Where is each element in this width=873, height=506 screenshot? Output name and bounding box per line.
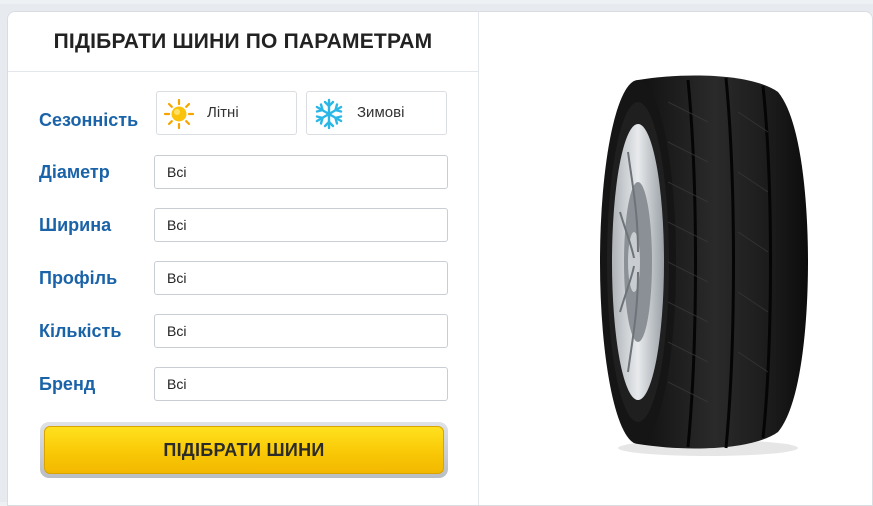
- profile-label: Профіль: [39, 268, 118, 288]
- snowflake-icon: [315, 98, 343, 130]
- tire-finder-form: ПІДІБРАТИ ШИНИ ПО ПАРАМЕТРАМ Сезонність: [8, 12, 479, 505]
- quantity-label: Кількість: [39, 321, 122, 341]
- season-option-winter-label: Зимові: [357, 104, 405, 121]
- submit-button[interactable]: ПІДІБРАТИ ШИНИ: [44, 426, 444, 474]
- tire-illustration: [600, 75, 808, 456]
- season-option-summer[interactable]: Літні: [156, 91, 297, 135]
- field-row-diameter: Діаметр Всі: [8, 155, 479, 189]
- field-row-width: Ширина Всі: [8, 208, 479, 242]
- page-background: ПІДІБРАТИ ШИНИ ПО ПАРАМЕТРАМ Сезонність: [0, 4, 873, 506]
- profile-select[interactable]: Всі: [154, 261, 448, 295]
- season-row: Сезонність Літні Зимові: [8, 91, 479, 135]
- width-select[interactable]: Всі: [154, 208, 448, 242]
- form-title: ПІДІБРАТИ ШИНИ ПО ПАРАМЕТРАМ: [8, 12, 478, 72]
- quantity-select[interactable]: Всі: [154, 314, 448, 348]
- field-row-brand: Бренд Всі: [8, 367, 479, 401]
- brand-label: Бренд: [39, 374, 96, 394]
- sun-icon: [163, 98, 195, 130]
- width-label: Ширина: [39, 215, 112, 235]
- tire-finder-panel: ПІДІБРАТИ ШИНИ ПО ПАРАМЕТРАМ Сезонність: [7, 11, 873, 506]
- diameter-select[interactable]: Всі: [154, 155, 448, 189]
- season-option-winter[interactable]: Зимові: [306, 91, 447, 135]
- submit-button-frame: ПІДІБРАТИ ШИНИ: [40, 422, 448, 478]
- field-row-quantity: Кількість Всі: [8, 314, 479, 348]
- season-option-summer-label: Літні: [207, 104, 239, 121]
- season-label: Сезонність: [39, 110, 139, 130]
- field-row-profile: Профіль Всі: [8, 261, 479, 295]
- tire-image: [568, 62, 858, 462]
- diameter-label: Діаметр: [39, 162, 110, 182]
- brand-select[interactable]: Всі: [154, 367, 448, 401]
